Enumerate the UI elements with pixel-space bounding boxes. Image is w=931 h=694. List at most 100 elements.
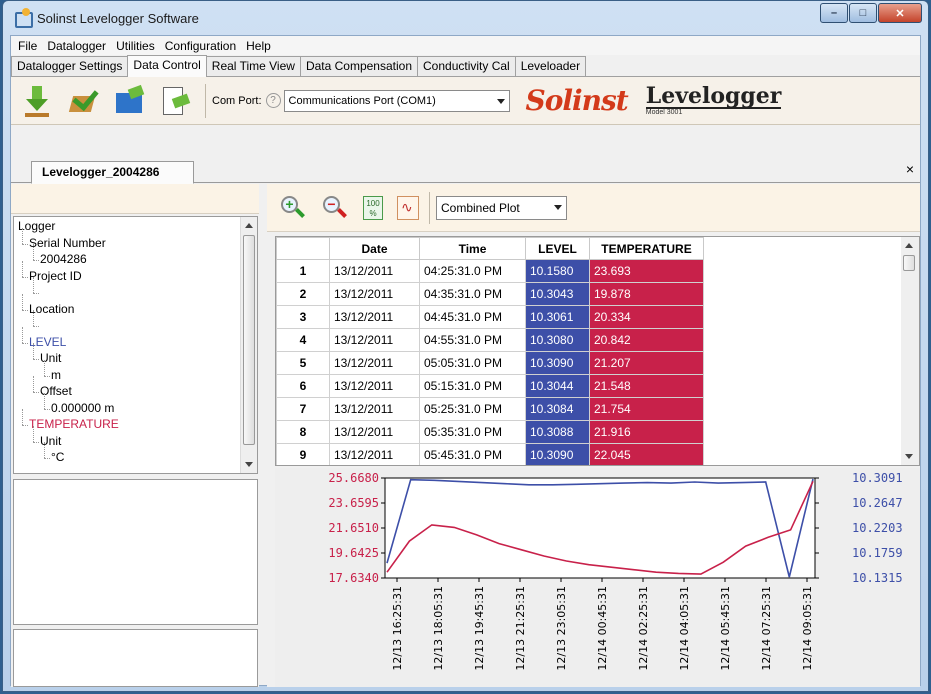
tab-data-control[interactable]: Data Control <box>127 55 207 77</box>
tree-item[interactable]: LEVEL <box>29 335 66 349</box>
open-file-icon[interactable] <box>113 84 147 118</box>
level-cell[interactable]: 10.3043 <box>525 282 590 306</box>
date-cell[interactable]: 13/12/2011 <box>329 305 420 329</box>
col-header-row-number[interactable] <box>276 237 330 260</box>
zoom-out-icon[interactable]: − <box>321 194 349 222</box>
tree-scrollbar[interactable] <box>240 217 257 473</box>
row-number-cell[interactable]: 9 <box>276 443 330 465</box>
date-cell[interactable]: 13/12/2011 <box>329 374 420 398</box>
temperature-cell[interactable]: 23.693 <box>589 259 704 283</box>
col-header-date[interactable]: Date <box>329 237 420 260</box>
temperature-cell[interactable]: 19.878 <box>589 282 704 306</box>
menu-configuration[interactable]: Configuration <box>160 39 241 53</box>
menu-help[interactable]: Help <box>241 39 276 53</box>
doc-tab-levelogger[interactable]: Levelogger_2004286 <box>31 161 194 184</box>
row-number-cell[interactable]: 8 <box>276 420 330 444</box>
minimize-button[interactable]: – <box>820 3 848 23</box>
date-cell[interactable]: 13/12/2011 <box>329 443 420 465</box>
level-cell[interactable]: 10.3061 <box>525 305 590 329</box>
row-number-cell[interactable]: 4 <box>276 328 330 352</box>
data-grid[interactable]: Date Time LEVEL TEMPERATURE 1 13/12/2011 0… <box>275 236 920 466</box>
temperature-cell[interactable]: 21.548 <box>589 374 704 398</box>
title-bar[interactable]: Solinst Levelogger Software – □ ✕ <box>3 1 928 35</box>
level-cell[interactable]: 10.3080 <box>525 328 590 352</box>
tab-datalogger-settings[interactable]: Datalogger Settings <box>11 56 129 76</box>
menu-file[interactable]: File <box>13 39 42 53</box>
com-port-select[interactable]: Communications Port (COM1) <box>283 89 510 112</box>
temperature-cell[interactable]: 21.207 <box>589 351 704 375</box>
fit-percent-icon[interactable]: 100 % <box>363 195 383 220</box>
col-header-time[interactable]: Time <box>419 237 526 260</box>
temperature-cell[interactable]: 20.334 <box>589 305 704 329</box>
table-row[interactable]: 8 13/12/2011 05:35:31.0 PM 10.3088 21.916 <box>276 420 704 444</box>
scroll-down-icon[interactable] <box>905 454 913 459</box>
download-data-icon[interactable] <box>21 84 55 118</box>
time-cell[interactable]: 04:45:31.0 PM <box>419 305 526 329</box>
tree-item[interactable]: 2004286 <box>40 252 87 266</box>
table-row[interactable]: 2 13/12/2011 04:35:31.0 PM 10.3043 19.878 <box>276 282 704 306</box>
table-row[interactable]: 1 13/12/2011 04:25:31.0 PM 10.1580 23.693 <box>276 259 704 283</box>
tab-real-time-view[interactable]: Real Time View <box>205 56 301 76</box>
tab-data-compensation[interactable]: Data Compensation <box>299 56 418 76</box>
table-row[interactable]: 6 13/12/2011 05:15:31.0 PM 10.3044 21.548 <box>276 374 704 398</box>
menu-datalogger[interactable]: Datalogger <box>42 39 111 53</box>
row-number-cell[interactable]: 3 <box>276 305 330 329</box>
row-number-cell[interactable]: 7 <box>276 397 330 421</box>
export-file-icon[interactable] <box>159 84 193 118</box>
scroll-up-icon[interactable] <box>245 223 253 228</box>
level-cell[interactable]: 10.3088 <box>525 420 590 444</box>
time-cell[interactable]: 05:15:31.0 PM <box>419 374 526 398</box>
table-row[interactable]: 4 13/12/2011 04:55:31.0 PM 10.3080 20.842 <box>276 328 704 352</box>
start-logger-icon[interactable] <box>67 84 101 118</box>
temperature-cell[interactable]: 21.754 <box>589 397 704 421</box>
close-icon[interactable]: × <box>906 161 914 177</box>
row-number-cell[interactable]: 1 <box>276 259 330 283</box>
date-cell[interactable]: 13/12/2011 <box>329 328 420 352</box>
table-row[interactable]: 5 13/12/2011 05:05:31.0 PM 10.3090 21.207 <box>276 351 704 375</box>
table-row[interactable]: 9 13/12/2011 05:45:31.0 PM 10.3090 22.045 <box>276 443 704 465</box>
level-cell[interactable]: 10.3044 <box>525 374 590 398</box>
level-cell[interactable]: 10.3084 <box>525 397 590 421</box>
tree-item[interactable]: 0.000000 m <box>51 401 114 415</box>
scroll-down-icon[interactable] <box>245 462 253 467</box>
tab-leveloader[interactable]: Leveloader <box>514 56 587 76</box>
col-header-level[interactable]: LEVEL <box>525 237 590 260</box>
tree-item[interactable]: Logger <box>18 219 55 233</box>
level-cell[interactable]: 10.1580 <box>525 259 590 283</box>
date-cell[interactable]: 13/12/2011 <box>329 397 420 421</box>
table-row[interactable]: 3 13/12/2011 04:45:31.0 PM 10.3061 20.334 <box>276 305 704 329</box>
combined-plot[interactable]: 25.6680 23.6595 21.6510 19.6425 17.6340 10.30… <box>275 468 920 687</box>
row-number-cell[interactable]: 5 <box>276 351 330 375</box>
close-window-button[interactable]: ✕ <box>878 3 922 23</box>
grid-scrollbar[interactable] <box>901 237 919 465</box>
level-cell[interactable]: 10.3090 <box>525 351 590 375</box>
tree-item[interactable]: °C <box>51 450 64 464</box>
maximize-button[interactable]: □ <box>849 3 877 23</box>
level-cell[interactable]: 10.3090 <box>525 443 590 465</box>
time-cell[interactable]: 05:45:31.0 PM <box>419 443 526 465</box>
col-header-temperature[interactable]: TEMPERATURE <box>589 237 704 260</box>
row-number-cell[interactable]: 6 <box>276 374 330 398</box>
time-cell[interactable]: 04:35:31.0 PM <box>419 282 526 306</box>
tree-item[interactable]: m <box>51 368 61 382</box>
date-cell[interactable]: 13/12/2011 <box>329 259 420 283</box>
chart-icon[interactable] <box>397 195 419 220</box>
scroll-thumb[interactable] <box>903 255 915 271</box>
settings-tree[interactable]: Logger Serial Number 2004286 Project ID Loca… <box>13 216 258 474</box>
tree-item[interactable]: Location <box>29 302 74 316</box>
date-cell[interactable]: 13/12/2011 <box>329 420 420 444</box>
time-cell[interactable]: 05:25:31.0 PM <box>419 397 526 421</box>
table-row[interactable]: 7 13/12/2011 05:25:31.0 PM 10.3084 21.754 <box>276 397 704 421</box>
plot-mode-select[interactable]: Combined Plot <box>436 195 567 220</box>
temperature-cell[interactable]: 22.045 <box>589 443 704 465</box>
zoom-in-icon[interactable]: + <box>279 194 307 222</box>
time-cell[interactable]: 04:55:31.0 PM <box>419 328 526 352</box>
temperature-cell[interactable]: 20.842 <box>589 328 704 352</box>
tree-item[interactable]: Serial Number <box>29 236 106 250</box>
date-cell[interactable]: 13/12/2011 <box>329 282 420 306</box>
temperature-cell[interactable]: 21.916 <box>589 420 704 444</box>
date-cell[interactable]: 13/12/2011 <box>329 351 420 375</box>
row-number-cell[interactable]: 2 <box>276 282 330 306</box>
menu-utilities[interactable]: Utilities <box>111 39 160 53</box>
tree-item[interactable]: TEMPERATURE <box>29 417 119 431</box>
